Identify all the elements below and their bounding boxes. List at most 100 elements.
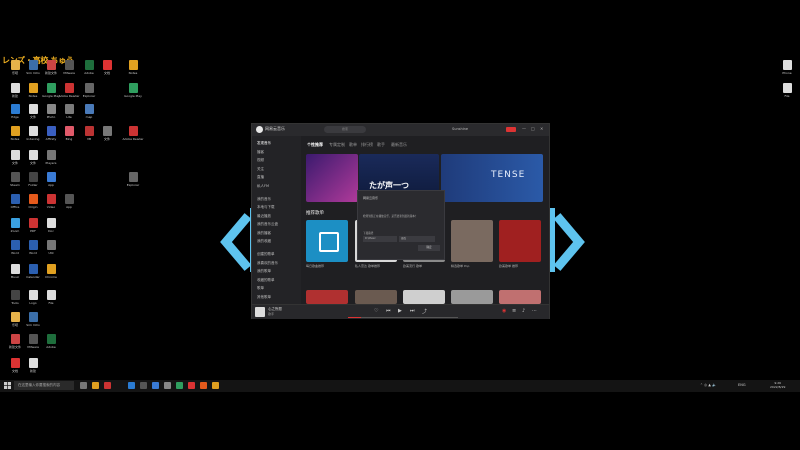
tab-new-music[interactable]: 最新音乐	[391, 142, 407, 148]
app-sidebar: 发现音乐播客视频关注直播私人FM 我的音乐本地与下载最近播放我的音乐云盘 我的播客我…	[252, 136, 301, 304]
sidebar-item[interactable]: 收藏的歌单	[257, 278, 275, 283]
sidebar-item[interactable]: 我的音乐	[257, 197, 271, 202]
app-search-input[interactable]: 搜索	[324, 126, 366, 133]
edge-icon[interactable]	[128, 382, 135, 389]
dialog-path-field[interactable]: D:\Music	[363, 236, 397, 242]
sidebar-item[interactable]: 我的音乐云盘	[257, 222, 278, 227]
app-icon[interactable]	[212, 382, 219, 389]
desktop-icon[interactable]: Google Play	[122, 83, 144, 107]
previous-icon[interactable]: ⏮	[386, 308, 391, 314]
app-titlebar[interactable]: 网易云音乐 搜索 Sunshine — □ ✕	[252, 124, 549, 136]
tab-playlist[interactable]: 歌单	[349, 142, 357, 148]
taskbar-clock[interactable]: 9:26 2022/8/29	[770, 381, 785, 389]
desktop-icon[interactable]: 新建	[22, 358, 44, 382]
desktop-icon[interactable]: Doc	[40, 218, 62, 242]
desktop-icon[interactable]: 文件	[96, 126, 118, 150]
sidebar-item[interactable]: 播客	[257, 150, 264, 155]
store-icon[interactable]	[140, 382, 147, 389]
minimize-button[interactable]: —	[522, 126, 526, 131]
playlist-card-4[interactable]	[451, 220, 493, 262]
steam-icon[interactable]	[164, 382, 171, 389]
desktop-icon[interactable]: Phone	[776, 60, 798, 84]
mail-icon[interactable]	[152, 382, 159, 389]
file-explorer-icon[interactable]	[92, 382, 99, 389]
desktop-icon[interactable]: Lite	[58, 104, 80, 128]
app-user-name[interactable]: Sunshine	[452, 127, 468, 131]
sidebar-item[interactable]: 我的播客	[257, 231, 271, 236]
desktop-app-icon	[64, 60, 74, 70]
desktop-icon[interactable]: App	[58, 194, 80, 218]
tab-personal[interactable]: 个性推荐	[307, 142, 323, 148]
sidebar-item[interactable]: 我喜欢的音乐	[257, 261, 278, 266]
desktop-icon[interactable]: Players	[40, 150, 62, 174]
sidebar-item[interactable]: 视频	[257, 158, 264, 163]
desktop-icon[interactable]: map	[78, 104, 100, 128]
desktop-icon[interactable]: Notes	[122, 60, 144, 84]
desktop-icon[interactable]: Explorer	[122, 172, 144, 196]
now-playing-artist[interactable]: 歌手	[268, 312, 274, 316]
app-icon[interactable]	[200, 382, 207, 389]
tab-ranking[interactable]: 排行榜	[361, 142, 373, 148]
playlist-card-row2-3[interactable]	[403, 290, 445, 304]
sidebar-item[interactable]: 歌单	[257, 286, 264, 291]
desktop-icon[interactable]: Chrome	[40, 264, 62, 288]
desktop-icon[interactable]: Adobe	[40, 334, 62, 358]
play-icon[interactable]: ▶	[398, 308, 402, 314]
sidebar-item[interactable]: 直播	[257, 175, 264, 180]
update-dialog[interactable]: 网易云音乐 检测到您正在播放音乐，是否更新到最新版本？ 下载路径 D:\Musi…	[357, 190, 445, 260]
sidebar-item[interactable]: 本地与下载	[257, 205, 275, 210]
desktop-icon[interactable]: VMware	[58, 60, 80, 84]
tab-custom[interactable]: 专属定制	[329, 142, 345, 148]
playlist-card-row2-5[interactable]	[499, 290, 541, 304]
playlist-card-row2-1[interactable]	[306, 290, 348, 304]
desktop-icon[interactable]: Bing	[58, 126, 80, 150]
dialog-ok-button[interactable]: 确定	[418, 245, 440, 251]
desktop-icon-label: 文件	[103, 137, 110, 141]
sidebar-item[interactable]: 最近播放	[257, 214, 271, 219]
playlist-card-row2-4[interactable]	[451, 290, 493, 304]
tray-icons[interactable]: ⌃ ◎ ▲ 🔈	[700, 383, 716, 387]
quality-icon[interactable]: ◉	[502, 308, 506, 314]
desktop-icon[interactable]: File	[40, 290, 62, 314]
desktop-icon[interactable]: App	[40, 172, 62, 196]
like-icon[interactable]: ♡	[374, 308, 378, 314]
vip-badge-icon[interactable]	[506, 127, 516, 132]
playlist-card-row2-2[interactable]	[355, 290, 397, 304]
windows-start-icon[interactable]	[4, 382, 11, 389]
next-icon[interactable]: ⏭	[410, 308, 415, 314]
tab-artists[interactable]: 歌手	[377, 142, 385, 148]
task-view-icon[interactable]	[80, 382, 87, 389]
desktop-app-icon	[84, 104, 94, 114]
close-button[interactable]: ✕	[540, 126, 543, 131]
sidebar-item[interactable]: 创建的歌单	[257, 252, 275, 257]
lyrics-icon[interactable]: ⋯	[532, 308, 537, 314]
dialog-change-field[interactable]: 更改	[399, 236, 435, 242]
maximize-button[interactable]: □	[531, 126, 535, 131]
desktop-icon[interactable]: Adobe Reader	[122, 126, 144, 150]
banner-left[interactable]	[306, 154, 358, 202]
app-icon[interactable]	[104, 382, 111, 389]
sidebar-item[interactable]: 我的收藏	[257, 239, 271, 244]
sidebar-item[interactable]: 发现音乐	[257, 141, 271, 146]
app-icon[interactable]	[176, 382, 183, 389]
sidebar-item[interactable]: 我的歌单	[257, 269, 271, 274]
desktop-app-icon	[28, 60, 38, 70]
playlist-icon[interactable]: ≡	[512, 308, 516, 314]
desktop-icon[interactable]: 文档	[96, 60, 118, 84]
progress-bar[interactable]	[348, 317, 458, 318]
share-icon[interactable]: ⤴	[422, 308, 427, 315]
playlist-card-5[interactable]	[499, 220, 541, 262]
playlist-card-1[interactable]	[306, 220, 348, 262]
now-playing-cover[interactable]	[255, 307, 265, 317]
banner-right[interactable]: TENSE	[441, 154, 543, 202]
tray-language[interactable]: ENG	[738, 383, 746, 387]
volume-icon[interactable]: ♪	[522, 308, 525, 314]
sidebar-item[interactable]: 私人FM	[257, 184, 269, 189]
sidebar-item[interactable]: 其他歌单	[257, 295, 271, 300]
desktop-icon[interactable]: File	[776, 83, 798, 107]
desktop-icon[interactable]: Sim Intro	[22, 312, 44, 336]
taskbar-search-input[interactable]: 在这里输入你要搜索的内容	[14, 381, 74, 390]
desktop-icon[interactable]: Util	[40, 240, 62, 264]
music-app-taskbar-icon[interactable]	[188, 382, 195, 389]
sidebar-item[interactable]: 关注	[257, 167, 264, 172]
